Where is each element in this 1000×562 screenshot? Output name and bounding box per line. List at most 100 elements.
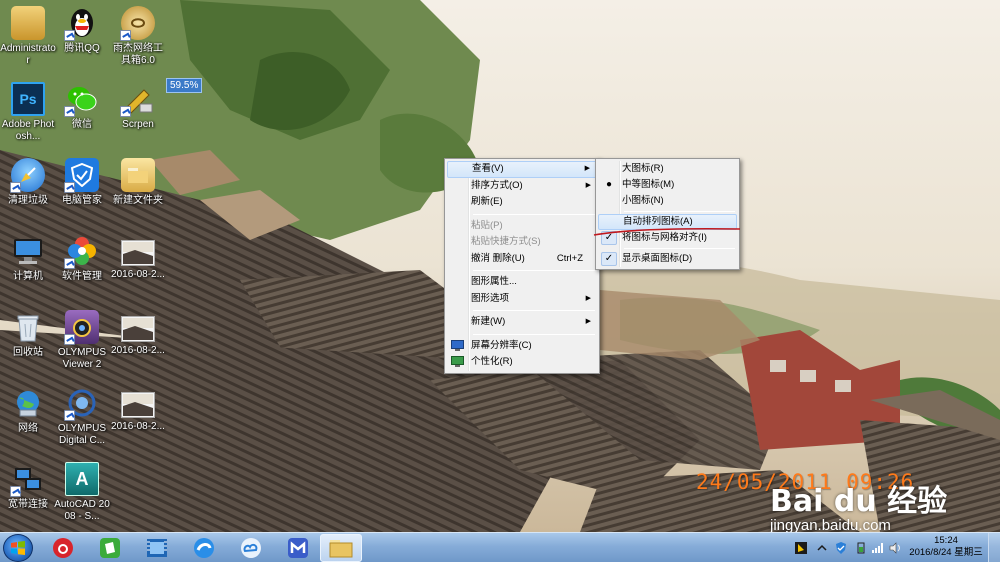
- percent-badge: 59.5%: [166, 78, 203, 93]
- menu-item-label: 查看(V): [472, 163, 504, 174]
- submenu-item-show-desktop-icons[interactable]: ✓ 显示桌面图标(D): [598, 251, 737, 267]
- menu-item-graphics-properties[interactable]: 图形属性...: [447, 274, 597, 291]
- desktop-icon-label: 新建文件夹: [113, 195, 163, 206]
- cleanup-broom-icon: [10, 158, 45, 193]
- tray-baidu-icon[interactable]: [795, 542, 807, 554]
- desktop-icon-new-folder[interactable]: 新建文件夹: [110, 158, 166, 207]
- submenu-arrow-icon: ▶: [584, 165, 590, 172]
- menu-item-new[interactable]: 新建(W) ▶: [447, 314, 597, 331]
- tray-volume-icon[interactable]: [889, 542, 901, 554]
- desktop-icon-olympus-digital[interactable]: OLYMPUS Digital C...: [54, 386, 110, 447]
- menu-item-sort-by[interactable]: 排序方式(O) ▶: [447, 178, 597, 195]
- tray-signal-icon[interactable]: [871, 542, 883, 554]
- taskbar-video-player[interactable]: [137, 534, 177, 562]
- desktop-icon-label: 软件管理: [62, 271, 102, 282]
- taskbar-netease-music[interactable]: [43, 534, 83, 562]
- taskbar-cloud-drive[interactable]: [231, 534, 271, 562]
- submenu-item-label: 显示桌面图标(D): [622, 253, 693, 264]
- clock-time: 15:24: [934, 535, 958, 546]
- menu-item-paste[interactable]: 粘贴(P): [447, 218, 597, 235]
- desktop-icon-label: 回收站: [13, 347, 43, 358]
- tray-show-hidden-icon[interactable]: [816, 542, 828, 554]
- menu-separator: [473, 333, 595, 335]
- menu-item-screen-resolution[interactable]: 屏幕分辨率(C): [447, 338, 597, 355]
- checkmark-icon: ✓: [601, 252, 617, 266]
- pc-manager-shield-icon: [64, 158, 99, 193]
- menu-item-refresh[interactable]: 刷新(E): [447, 194, 597, 211]
- desktop-icon-recycle-bin[interactable]: 回收站: [0, 310, 56, 359]
- desktop-icon-pc-manager[interactable]: 电脑管家: [54, 158, 110, 207]
- menu-item-label: 粘贴(P): [471, 219, 503, 231]
- desktop-icon-autocad[interactable]: A AutoCAD 2008 - S...: [54, 462, 110, 523]
- desktop-icon-image-3[interactable]: 2016-08-2...: [110, 386, 166, 433]
- desktop-icon-olympus-viewer[interactable]: OLYMPUS Viewer 2: [54, 310, 110, 371]
- desktop-icon-image-2[interactable]: 2016-08-2...: [110, 310, 166, 357]
- radio-selected-icon: ●: [605, 179, 613, 190]
- display-resolution-icon: [451, 339, 464, 351]
- desktop-icon-image-1[interactable]: 2016-08-2...: [110, 234, 166, 281]
- desktop-icon-cleanup[interactable]: 清理垃圾: [0, 158, 56, 207]
- start-button[interactable]: [3, 534, 33, 562]
- desktop-icon-scrpen[interactable]: Scrpen: [110, 82, 166, 131]
- menu-item-label: 图形属性...: [471, 276, 517, 287]
- software-manager-icon: [64, 234, 99, 269]
- evernote-icon: [100, 538, 120, 558]
- submenu-item-medium-icons[interactable]: ● 中等图标(M): [598, 177, 737, 193]
- browser-icon: [194, 538, 214, 558]
- menu-separator: [473, 310, 595, 311]
- desktop-icon-label: 微信: [72, 119, 92, 130]
- maxthon-icon: [288, 538, 308, 558]
- desktop-icon-label: 2016-08-2...: [111, 269, 165, 280]
- desktop-icon-photoshop[interactable]: Ps Adobe Photosh...: [0, 82, 56, 143]
- taskbar: 15:24 2016/8/24 星期三: [0, 532, 1000, 562]
- submenu-item-small-icons[interactable]: 小图标(N): [598, 193, 737, 209]
- desktop-icon-label: 2016-08-2...: [111, 345, 165, 356]
- submenu-item-large-icons[interactable]: 大图标(R): [598, 161, 737, 177]
- menu-item-personalize[interactable]: 个性化(R): [447, 354, 597, 371]
- screen-pen-icon: [120, 82, 155, 117]
- submenu-item-label: 大图标(R): [622, 163, 664, 174]
- menu-item-graphics-options[interactable]: 图形选项 ▶: [447, 291, 597, 308]
- menu-item-label: 图形选项: [471, 292, 510, 304]
- taskbar-explorer[interactable]: [320, 534, 362, 562]
- baidu-jingyan-logo: Bai du 经验: [770, 484, 948, 519]
- desktop-icon-label: 腾讯QQ: [64, 43, 100, 54]
- image-thumbnail-icon: [121, 392, 155, 418]
- menu-item-view[interactable]: 查看(V) ▶: [447, 161, 597, 178]
- qq-penguin-icon: [64, 6, 99, 41]
- clock-date: 2016/8/24 星期三: [909, 547, 983, 558]
- desktop-icon-software-manager[interactable]: 软件管理: [54, 234, 110, 283]
- red-annotation-underline: [593, 227, 741, 236]
- desktop-icon-network-toolbox[interactable]: 雨杰网络工具箱6.0: [110, 6, 166, 67]
- desktop-icon-qq[interactable]: 腾讯QQ: [54, 6, 110, 55]
- explorer-folder-icon: [329, 540, 353, 558]
- menu-separator: [473, 213, 595, 215]
- submenu-arrow-icon: ▶: [585, 181, 591, 189]
- desktop-icon-administrator[interactable]: Administrator: [0, 6, 56, 67]
- desktop-icon-label: Scrpen: [122, 119, 154, 130]
- menu-item-shortcut: Ctrl+Z: [556, 252, 583, 264]
- menu-item-undo-delete[interactable]: 撤消 删除(U) Ctrl+Z: [447, 251, 597, 268]
- desktop-icon-computer[interactable]: 计算机: [0, 234, 56, 283]
- show-desktop-button[interactable]: [988, 533, 1000, 562]
- submenu-arrow-icon: ▶: [585, 318, 591, 325]
- taskbar-browser[interactable]: [184, 534, 224, 562]
- desktop-icon-label: OLYMPUS Viewer 2: [57, 347, 107, 370]
- desktop-icon-network[interactable]: 网络: [0, 386, 56, 435]
- desktop-icon-wechat[interactable]: 微信: [54, 82, 110, 131]
- tray-battery-icon[interactable]: [855, 542, 867, 554]
- desktop-icon-label: 清理垃圾: [8, 195, 48, 206]
- taskbar-clock[interactable]: 15:24 2016/8/24 星期三: [908, 535, 984, 559]
- desktop-icon-label: OLYMPUS Digital C...: [57, 423, 107, 446]
- windows-logo-icon: [11, 541, 25, 555]
- user-folder-icon: [11, 6, 45, 40]
- submenu-item-label: 中等图标(M): [622, 179, 675, 190]
- personalize-icon: [451, 356, 464, 367]
- menu-separator: [473, 270, 595, 271]
- taskbar-evernote[interactable]: [90, 534, 130, 562]
- taskbar-maxthon[interactable]: [278, 534, 318, 562]
- folder-icon: [121, 158, 155, 192]
- tray-shield-icon[interactable]: [835, 542, 847, 554]
- desktop-icon-broadband[interactable]: 宽带连接: [0, 462, 56, 511]
- menu-item-paste-shortcut[interactable]: 粘贴快捷方式(S): [447, 234, 597, 251]
